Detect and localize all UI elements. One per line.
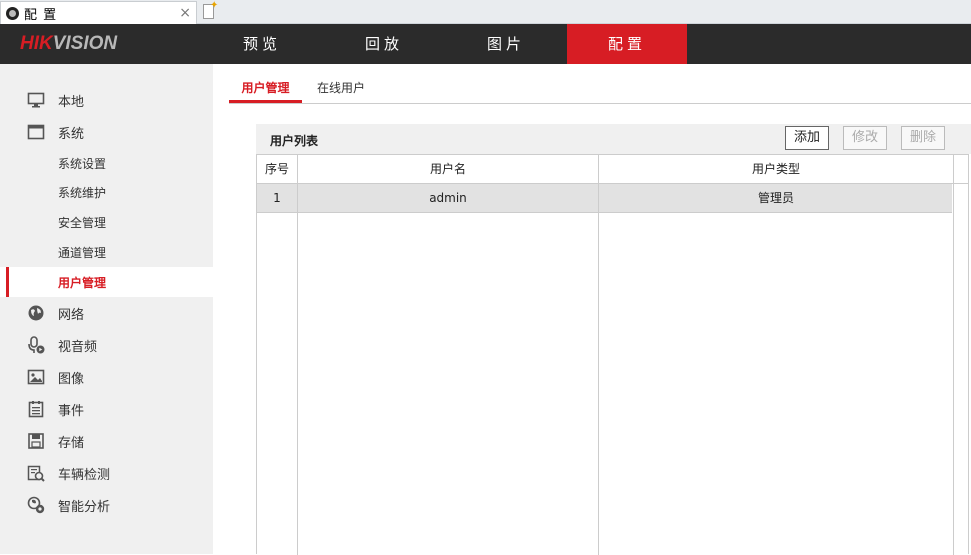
column-header-index: 序号 [264,162,289,176]
sidebar-item-label: 智能分析 [58,499,111,515]
nav-configuration[interactable]: 配置 [567,24,687,64]
camera-favicon-icon [6,6,19,20]
sidebar-item-label: 系统 [58,126,85,142]
sidebar-item-smart-analysis[interactable]: 智能分析 [0,490,213,520]
browser-tab-title: 配 置 [24,7,58,23]
cell-username: admin [429,191,467,205]
sidebar-item-video-audio[interactable]: 视音频 [0,330,213,360]
new-tab-icon[interactable]: ✦ [200,0,218,21]
sidebar-item-system[interactable]: 系统 [0,117,213,147]
browser-tab-strip: 配 置 × ✦ [0,0,971,24]
floppy-disk-icon [28,433,44,449]
add-user-button[interactable]: 添加 [785,126,829,150]
user-list-title: 用户列表 [270,134,319,148]
sidebar-subitem-channel[interactable]: 通道管理 [0,237,213,267]
sidebar-item-storage[interactable]: 存储 [0,426,213,456]
user-table: 序号 用户名 用户类型 1 admin 管理员 [256,154,969,555]
sidebar-subitem-security[interactable]: 安全管理 [0,207,213,237]
image-icon [27,369,45,385]
sidebar-item-label: 存储 [58,435,85,451]
sidebar-item-image[interactable]: 图像 [0,362,213,392]
sidebar-subitem-user-management[interactable]: 用户管理 [0,267,213,297]
nav-playback[interactable]: 回放 [324,24,444,64]
sidebar-item-label: 视音频 [58,339,98,355]
smart-analysis-icon [27,496,45,514]
sidebar-subitem-system-maintenance[interactable]: 系统维护 [0,177,213,207]
top-nav-bar: HIKVISION 预览 回放 图片 配置 [0,24,971,64]
sidebar-subitem-label: 安全管理 [58,215,107,230]
sidebar-subitem-system-settings[interactable]: 系统设置 [0,148,213,178]
column-divider [297,155,298,555]
hikvision-logo: HIKVISION [20,33,118,54]
monitor-icon [27,92,45,108]
sidebar-item-label: 图像 [58,371,85,387]
nav-preview[interactable]: 预览 [202,24,322,64]
column-divider [953,155,954,555]
sidebar-item-event[interactable]: 事件 [0,394,213,424]
sidebar-subitem-label: 系统设置 [58,156,107,171]
user-list-header: 用户列表 添加 修改 删除 [256,124,971,154]
sidebar-item-label: 事件 [58,403,85,419]
vehicle-detection-icon [27,465,45,482]
cell-user-type: 管理员 [757,191,794,205]
sidebar-item-label: 网络 [58,307,85,323]
tab-online-users[interactable]: 在线用户 [311,76,371,103]
browser-tab[interactable]: 配 置 × [0,1,197,24]
sidebar-subitem-label: 系统维护 [58,185,107,200]
sidebar-item-vehicle-detection[interactable]: 车辆检测 [0,458,213,488]
window-icon [27,124,45,140]
cell-index: 1 [273,191,281,205]
close-tab-icon[interactable]: × [179,5,191,21]
column-header-user-type: 用户类型 [751,162,800,176]
sidebar-item-local[interactable]: 本地 [0,85,213,115]
tab-user-management[interactable]: 用户管理 [229,76,302,103]
delete-user-button[interactable]: 删除 [901,126,945,150]
column-divider [598,155,599,555]
sidebar-item-network[interactable]: 网络 [0,298,213,328]
nav-picture[interactable]: 图片 [446,24,566,64]
globe-icon [28,305,44,321]
sidebar: 本地 系统 系统设置 系统维护 安全管理 通道管理 用户管理 网络 视音频 图像… [0,64,213,554]
microphone-icon [28,336,45,354]
sidebar-subitem-label: 用户管理 [58,275,107,290]
content-tabs: 用户管理 在线用户 [229,76,971,104]
sidebar-item-label: 本地 [58,94,85,110]
modify-user-button[interactable]: 修改 [843,126,887,150]
sidebar-subitem-label: 通道管理 [58,245,107,260]
sidebar-item-label: 车辆检测 [58,467,111,483]
column-header-username: 用户名 [429,162,466,176]
event-list-icon [28,401,44,418]
